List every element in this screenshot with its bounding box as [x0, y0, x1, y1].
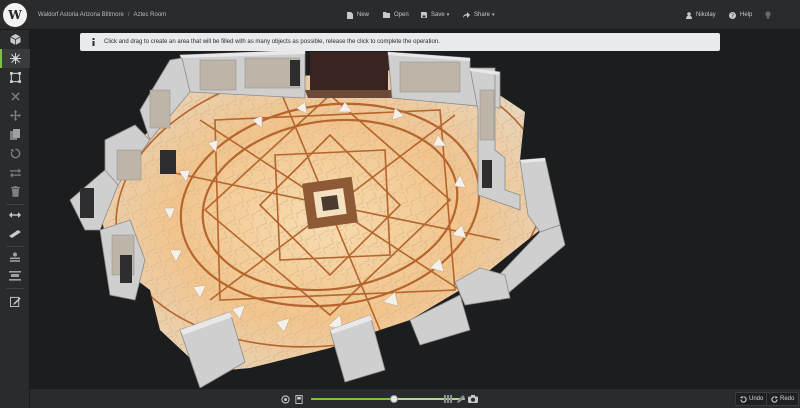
lightbulb-icon [765, 11, 771, 19]
logo-letter: W [8, 8, 22, 22]
target-icon[interactable] [280, 394, 290, 404]
share-icon [463, 12, 470, 18]
sidebar-tool-swap[interactable] [0, 163, 30, 182]
3d-viewport[interactable] [30, 30, 800, 388]
undo-label: Undo [749, 396, 764, 402]
zoom-slider-handle[interactable] [390, 395, 399, 403]
edit-notes-icon [9, 296, 21, 307]
undo-button[interactable]: Undo [735, 392, 769, 406]
save-button[interactable]: Save ▾ [421, 0, 449, 30]
instruction-banner: Click and drag to create an area that wi… [80, 33, 720, 51]
zoom-slider[interactable] [311, 398, 465, 400]
instruction-text: Click and drag to create an area that wi… [104, 39, 440, 45]
sidebar-tool-align[interactable] [0, 266, 30, 285]
sidebar-divider [6, 288, 24, 289]
pencil-icon[interactable] [456, 394, 466, 404]
chevron-down-icon: ▾ [492, 12, 495, 18]
sidebar-tool-fill-area[interactable] [0, 49, 30, 68]
fill-area-icon [9, 53, 21, 64]
sidebar-tool-move[interactable] [0, 106, 30, 125]
delete-x-icon [10, 92, 20, 101]
sidebar-tool-measure[interactable] [0, 224, 30, 243]
redo-label: Redo [780, 396, 795, 402]
user-label: Nikolay [696, 12, 716, 18]
breadcrumb-room[interactable]: Aztec Room [133, 12, 166, 18]
select-frame-icon [9, 72, 21, 83]
swap-icon [9, 167, 21, 178]
share-button[interactable]: Share ▾ [463, 0, 495, 30]
sidebar-tool-rotate[interactable] [0, 144, 30, 163]
breadcrumb-project[interactable]: Waldorf Astoria Arizona Biltmore [38, 12, 124, 18]
app-logo[interactable]: W [3, 3, 27, 27]
sidebar-tool-delete[interactable] [0, 87, 30, 106]
redo-icon [771, 395, 778, 403]
stage-front [305, 90, 395, 98]
copy-icon [10, 129, 20, 140]
rotate-icon [9, 148, 20, 159]
open-button[interactable]: Open [383, 0, 409, 30]
cube-icon [9, 34, 21, 45]
save-disk-icon [421, 12, 427, 18]
floor-plan-3d [69, 49, 566, 388]
new-button[interactable]: New [347, 0, 369, 30]
group-icon [10, 252, 20, 262]
trash-icon [10, 186, 20, 197]
grid-icon[interactable] [443, 394, 453, 404]
open-label: Open [394, 12, 409, 18]
redo-button[interactable]: Redo [766, 392, 800, 406]
align-icon [9, 270, 21, 281]
sidebar-tool-group[interactable] [0, 247, 30, 266]
save-label: Save [431, 12, 445, 18]
view-mode-icon[interactable] [294, 394, 304, 404]
info-icon [89, 38, 98, 47]
bottom-toolbar: Undo Redo [30, 388, 800, 408]
breadcrumb-separator: / [127, 12, 130, 18]
distribute-horizontal-icon [9, 211, 21, 218]
help-icon: ? [729, 11, 736, 19]
folder-icon [383, 12, 390, 18]
new-file-icon [347, 11, 353, 19]
zoom-slider-fill [311, 398, 395, 400]
user-menu[interactable]: Nikolay [686, 0, 716, 30]
camera-icon[interactable] [468, 394, 478, 404]
chevron-down-icon: ▾ [446, 12, 450, 18]
sidebar-tool-3d-view[interactable] [0, 30, 30, 49]
breadcrumb: Waldorf Astoria Arizona Biltmore / Aztec… [38, 0, 166, 30]
sidebar-tool-trash[interactable] [0, 182, 30, 201]
top-toolbar: W Waldorf Astoria Arizona Biltmore / Azt… [0, 0, 800, 30]
tool-sidebar [0, 30, 30, 408]
move-arrows-icon [9, 110, 21, 121]
app-window: W Waldorf Astoria Arizona Biltmore / Azt… [0, 0, 800, 408]
stage-area [310, 52, 388, 96]
sidebar-tool-notes[interactable] [0, 292, 30, 311]
tips-button[interactable] [765, 0, 775, 30]
svg-text:?: ? [731, 13, 734, 19]
help-label: Help [740, 12, 753, 18]
sidebar-tool-copy[interactable] [0, 125, 30, 144]
new-label: New [357, 12, 370, 18]
sidebar-tool-distribute[interactable] [0, 205, 30, 224]
sidebar-tool-select-frame[interactable] [0, 68, 30, 87]
measure-ruler-icon [9, 229, 21, 238]
share-label: Share [474, 12, 491, 18]
undo-icon [740, 395, 747, 403]
user-icon [686, 11, 692, 19]
help-button[interactable]: ? Help [729, 0, 752, 30]
